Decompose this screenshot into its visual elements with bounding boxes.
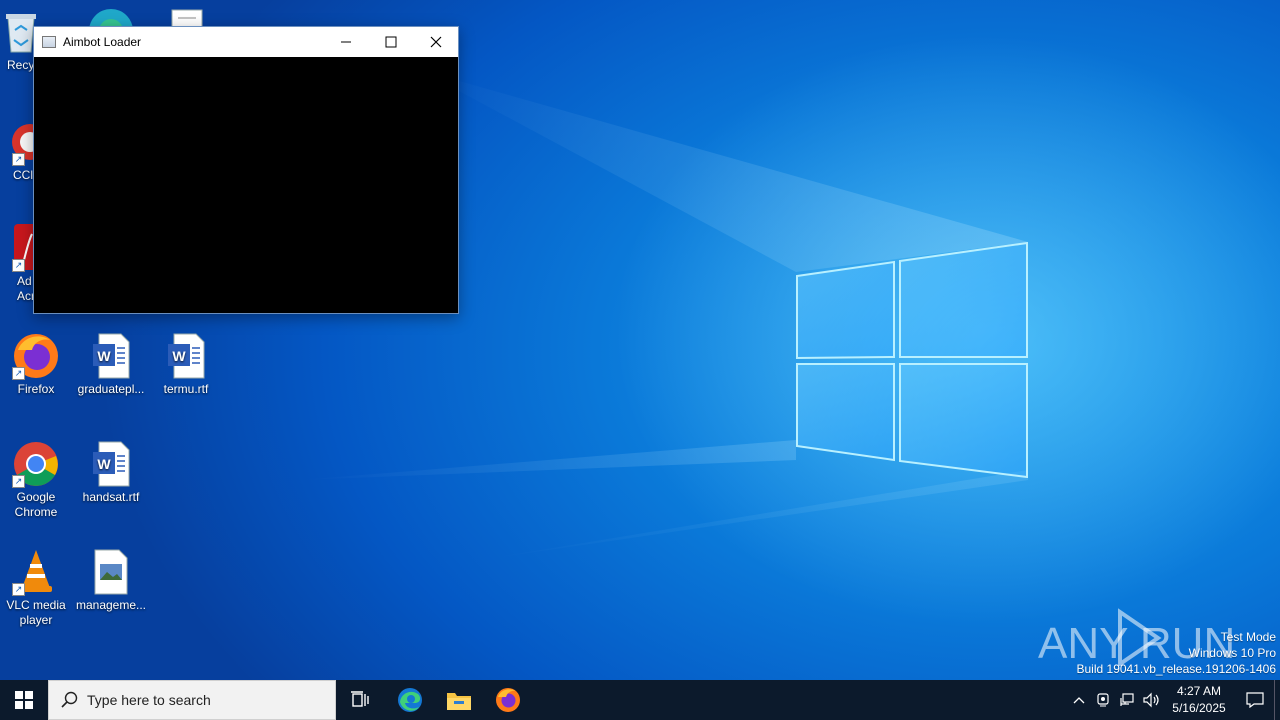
- watermark-edition: Windows 10 Pro: [1188, 646, 1276, 660]
- taskbar-search-box[interactable]: Type here to search: [48, 680, 336, 720]
- firefox-taskbar-button[interactable]: [484, 680, 532, 720]
- watermark-build: Build 19041.vb_release.191206-1406: [1076, 662, 1277, 676]
- tray-network-button[interactable]: [1116, 680, 1138, 720]
- show-desktop-button[interactable]: [1274, 680, 1280, 720]
- app-window-icon: [42, 36, 56, 48]
- shortcut-arrow-icon: ↗: [12, 475, 25, 488]
- edge-icon: [398, 688, 422, 712]
- svg-text:W: W: [97, 456, 111, 472]
- firefox-icon: [496, 688, 520, 712]
- window-content-area[interactable]: [34, 57, 458, 313]
- chrome-icon: ↗: [12, 440, 60, 488]
- desktop-icon-label: termu.rtf: [163, 382, 209, 396]
- chevron-up-icon: [1073, 697, 1085, 704]
- file-explorer-icon: [447, 693, 471, 710]
- desktop-icon-partial-edge[interactable]: [86, 6, 136, 28]
- firefox-icon: ↗: [12, 332, 60, 380]
- image-file-icon: [87, 548, 135, 596]
- search-placeholder: Type here to search: [87, 692, 211, 708]
- taskbar: Type here to search 4:27 AM 5/16/2025: [0, 680, 1280, 720]
- tray-device-button[interactable]: [1092, 680, 1114, 720]
- desktop-icon-handsat[interactable]: W handsat.rtf: [75, 440, 147, 505]
- task-view-button[interactable]: [336, 680, 384, 720]
- shortcut-arrow-icon: ↗: [12, 259, 25, 272]
- maximize-button[interactable]: [368, 27, 413, 57]
- speaker-icon: [1143, 692, 1159, 708]
- shortcut-arrow-icon: ↗: [12, 367, 25, 380]
- desktop-icon-label: graduatepl...: [77, 382, 145, 396]
- desktop-icon-termu[interactable]: W termu.rtf: [150, 332, 222, 397]
- windows-start-icon: [15, 691, 33, 709]
- tray-overflow-button[interactable]: [1068, 680, 1090, 720]
- desktop-icon-label: manageme...: [75, 598, 147, 612]
- taskbar-clock[interactable]: 4:27 AM 5/16/2025: [1164, 680, 1234, 720]
- close-icon: [430, 36, 441, 48]
- svg-text:W: W: [97, 348, 111, 364]
- shortcut-arrow-icon: ↗: [12, 583, 25, 596]
- word-document-icon: W: [87, 332, 135, 380]
- task-view-icon: [351, 691, 369, 707]
- document-icon: [171, 9, 203, 28]
- minimize-button[interactable]: [323, 27, 368, 57]
- watermark-test-mode: Test Mode: [1220, 630, 1276, 644]
- start-button[interactable]: [0, 680, 48, 720]
- maximize-icon: [385, 36, 396, 48]
- network-icon: [1120, 693, 1134, 706]
- test-mode-watermark: Test Mode Windows 10 Pro Build 19041.vb_…: [1077, 629, 1277, 677]
- device-icon: [1097, 693, 1109, 707]
- window-title: Aimbot Loader: [63, 35, 142, 49]
- desktop-icon-partial-document[interactable]: [170, 8, 206, 28]
- desktop-icon-label: Google Chrome: [14, 490, 58, 519]
- action-center-button[interactable]: [1240, 680, 1270, 720]
- desktop-icon-firefox[interactable]: ↗ Firefox: [0, 332, 72, 397]
- shortcut-arrow-icon: ↗: [12, 153, 25, 166]
- clock-time: 4:27 AM: [1176, 684, 1222, 698]
- search-icon: [61, 691, 78, 708]
- word-document-icon: W: [162, 332, 210, 380]
- minimize-icon: [340, 41, 351, 43]
- desktop-icon-label: VLC media player: [6, 598, 66, 627]
- close-button[interactable]: [413, 27, 458, 57]
- desktop-icon-manageme[interactable]: manageme...: [75, 548, 147, 613]
- vlc-icon: ↗: [12, 548, 60, 596]
- file-explorer-taskbar-button[interactable]: [435, 680, 483, 720]
- edge-taskbar-button[interactable]: [386, 680, 434, 720]
- windows-logo-wallpaper: [796, 242, 1028, 478]
- edge-icon: [89, 9, 133, 28]
- clock-date: 5/16/2025: [1172, 701, 1226, 715]
- tray-volume-button[interactable]: [1140, 680, 1162, 720]
- svg-text:W: W: [172, 348, 186, 364]
- window-titlebar[interactable]: Aimbot Loader: [34, 27, 458, 57]
- desktop-icon-label: Firefox: [17, 382, 55, 396]
- word-document-icon: W: [87, 440, 135, 488]
- desktop-icon-graduatepl[interactable]: W graduatepl...: [75, 332, 147, 397]
- desktop-icon-vlc[interactable]: ↗ VLC media player: [0, 548, 72, 628]
- desktop-icon-google-chrome[interactable]: ↗ Google Chrome: [0, 440, 72, 520]
- aimbot-loader-window[interactable]: Aimbot Loader: [33, 26, 459, 314]
- notification-icon: [1246, 692, 1264, 708]
- desktop-icon-label: handsat.rtf: [82, 490, 140, 504]
